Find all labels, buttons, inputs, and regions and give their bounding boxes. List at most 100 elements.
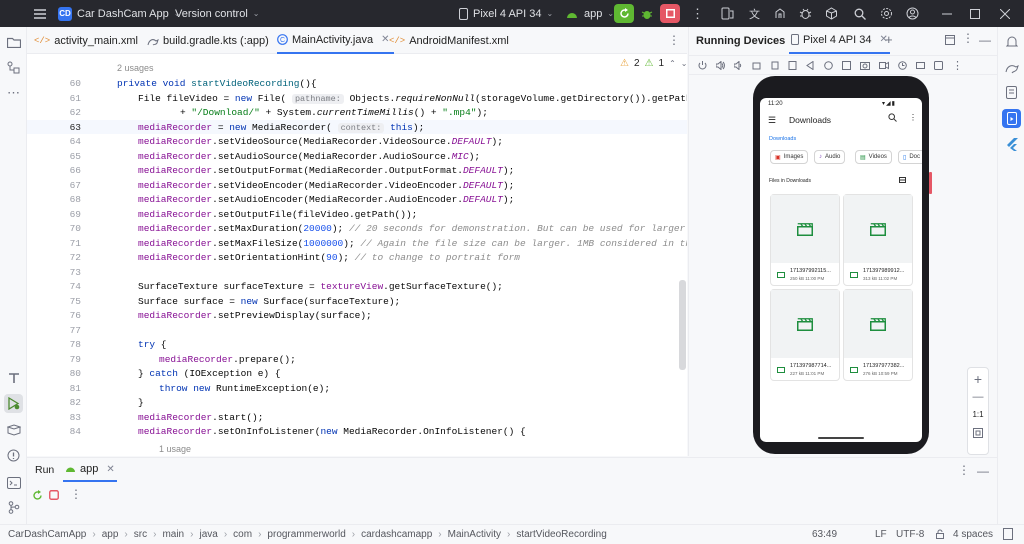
code-line[interactable]: mediaRecorder.setOrientationHint(90); //… <box>138 252 520 263</box>
device-manager-icon[interactable] <box>719 5 736 22</box>
file-card[interactable]: 171397987714... 227 kB 11:01 PM <box>770 289 840 381</box>
readonly-toggle-icon[interactable] <box>935 529 945 539</box>
terminal-icon[interactable] <box>5 474 22 491</box>
panel-options-icon[interactable]: ⋮ <box>962 31 974 45</box>
device-tab[interactable]: Pixel 4 API 34 ✕ <box>789 27 890 54</box>
code-editor[interactable]: 2 usages ⚠ 2 ⚠ 1 ⌃ ⌄ 60 61 62 63 64 65 66 … <box>27 54 687 456</box>
build-icon[interactable] <box>5 369 22 386</box>
stop-button[interactable] <box>660 4 680 23</box>
run-config-selector[interactable]: app ⌄ <box>565 0 614 27</box>
more-tools-icon[interactable]: ⋯ <box>5 84 22 101</box>
code-line[interactable]: mediaRecorder.setMaxDuration(20000); // … <box>138 223 687 234</box>
vcs-selector[interactable]: Version control ⌄ <box>175 0 259 27</box>
code-line[interactable]: mediaRecorder.setAudioEncoder(MediaRecor… <box>138 194 514 205</box>
list-view-icon[interactable] <box>899 177 906 183</box>
rerun-button[interactable] <box>614 4 634 23</box>
more-actions-icon[interactable]: ⋮ <box>689 5 706 22</box>
gradle-icon[interactable] <box>1003 59 1020 76</box>
volume-up-icon[interactable] <box>716 60 725 70</box>
account-icon[interactable] <box>904 5 921 22</box>
chip-documents[interactable]: ▯ Doc <box>898 150 922 164</box>
code-line[interactable]: mediaRecorder.setOutputFormat(MediaRecor… <box>138 165 514 176</box>
code-line[interactable]: mediaRecorder.setVideoSource(MediaRecord… <box>138 136 503 147</box>
code-line[interactable]: mediaRecorder.start(); <box>138 412 263 423</box>
git-icon[interactable] <box>5 499 22 516</box>
code-line[interactable]: } catch (IOException e) { <box>138 368 281 379</box>
app-inspection-icon[interactable] <box>5 421 22 438</box>
breadcrumb-item[interactable]: java <box>199 529 217 540</box>
more-run-actions-icon[interactable]: ⋮ <box>70 487 82 501</box>
volume-down-icon[interactable] <box>734 60 743 70</box>
breadcrumb-item[interactable]: MainActivity <box>448 529 501 540</box>
mirror-keyboard-icon[interactable] <box>916 61 925 70</box>
overview-icon[interactable] <box>842 60 851 70</box>
chip-videos[interactable]: ▤ Videos <box>855 150 892 164</box>
device-explorer-icon[interactable] <box>1003 84 1020 101</box>
breadcrumb-item[interactable]: cardashcamapp <box>361 529 432 540</box>
fold-icon[interactable] <box>788 60 797 70</box>
debug-icon[interactable] <box>638 5 655 22</box>
gear-icon[interactable] <box>878 5 895 22</box>
run-panel-title[interactable]: Run <box>35 464 54 476</box>
search-icon[interactable] <box>851 5 868 22</box>
caret-position[interactable]: 63:49 <box>812 529 837 540</box>
screen-record-icon[interactable] <box>879 61 889 70</box>
memory-indicator-icon[interactable] <box>1003 528 1013 540</box>
code-line[interactable]: throw new RuntimeException(e); <box>159 383 330 394</box>
breadcrumb-item[interactable]: app <box>102 529 119 540</box>
breadcrumb-item[interactable]: src <box>134 529 147 540</box>
back-icon[interactable] <box>806 60 815 70</box>
breadcrumb-item[interactable]: CarDashCamApp <box>8 529 86 540</box>
tab-options-icon[interactable]: ⋮ <box>668 33 680 47</box>
bug-icon[interactable] <box>797 5 814 22</box>
device-screen[interactable]: 11:20 ▾◢▮ ☰ Downloads ⋮ Downloads ▣ Imag… <box>760 98 922 442</box>
code-line[interactable]: mediaRecorder = new MediaRecorder( conte… <box>138 122 424 133</box>
zoom-out-button[interactable]: — <box>969 391 987 403</box>
chip-images[interactable]: ▣ Images <box>770 150 809 164</box>
file-card[interactable]: 171397977382... 276 kB 10:59 PM <box>843 289 913 381</box>
zoom-fit-icon[interactable] <box>973 428 991 438</box>
code-line[interactable]: mediaRecorder.prepare(); <box>159 354 296 365</box>
flutter-icon[interactable] <box>1003 136 1020 153</box>
code-line[interactable]: mediaRecorder.setPreviewDisplay(surface)… <box>138 310 372 321</box>
maximize-icon[interactable] <box>966 5 983 22</box>
main-menu-icon[interactable] <box>31 5 48 22</box>
folder-icon[interactable] <box>5 33 22 50</box>
inspection-widget[interactable]: ⚠ 2 ⚠ 1 ⌃ ⌄ <box>620 58 687 69</box>
breadcrumb-item[interactable]: main <box>162 529 184 540</box>
running-devices-icon[interactable] <box>1002 109 1021 128</box>
rerun-icon[interactable] <box>32 490 43 501</box>
run-tab-app[interactable]: app ✕ <box>63 458 117 482</box>
run-tool-icon[interactable] <box>4 394 23 413</box>
code-line[interactable]: mediaRecorder.setOnInfoListener(new Medi… <box>138 426 526 437</box>
stop-icon[interactable] <box>49 490 59 500</box>
home-icon[interactable] <box>824 60 833 70</box>
close-tab-icon[interactable]: ✕ <box>106 464 114 475</box>
notifications-icon[interactable] <box>1003 33 1020 50</box>
power-icon[interactable] <box>698 60 707 70</box>
tab-android-manifest[interactable]: </> AndroidManifest.xml <box>389 27 509 54</box>
code-line[interactable]: mediaRecorder.setAudioSource(MediaRecord… <box>138 151 480 162</box>
screenshot-icon[interactable] <box>860 61 870 70</box>
breadcrumb-item[interactable]: com <box>233 529 252 540</box>
usages-hint[interactable]: 2 usages <box>117 63 154 73</box>
code-line[interactable]: private void startVideoRecording(){ <box>117 78 317 89</box>
file-card[interactable]: 171397992115... 250 kB 11:00 PM <box>770 194 840 286</box>
editor-scrollbar[interactable] <box>679 280 686 370</box>
line-separator[interactable]: LF <box>875 529 887 540</box>
tab-activity-main[interactable]: </> activity_main.xml <box>34 27 138 54</box>
zoom-in-button[interactable]: + <box>969 371 987 387</box>
add-device-icon[interactable]: + <box>885 32 893 47</box>
close-icon[interactable] <box>996 5 1013 22</box>
extended-controls-icon[interactable]: ⋮ <box>952 59 963 72</box>
search-icon[interactable] <box>888 113 897 122</box>
window-layout-icon[interactable] <box>945 35 955 45</box>
code-line[interactable]: try { <box>138 339 167 350</box>
usages-hint[interactable]: 1 usage <box>159 444 191 454</box>
project-selector[interactable]: CD Car DashCam App ⌄ <box>58 0 180 27</box>
code-line[interactable]: + "/Download/" + System.currentTimeMilli… <box>180 107 488 118</box>
hamburger-icon[interactable]: ☰ <box>768 115 776 126</box>
code-line[interactable]: File fileVideo = new File( pathname: Obj… <box>138 93 687 104</box>
minimize-icon[interactable] <box>938 5 955 22</box>
code-line[interactable]: Surface surface = new Surface(surfaceTex… <box>138 296 400 307</box>
